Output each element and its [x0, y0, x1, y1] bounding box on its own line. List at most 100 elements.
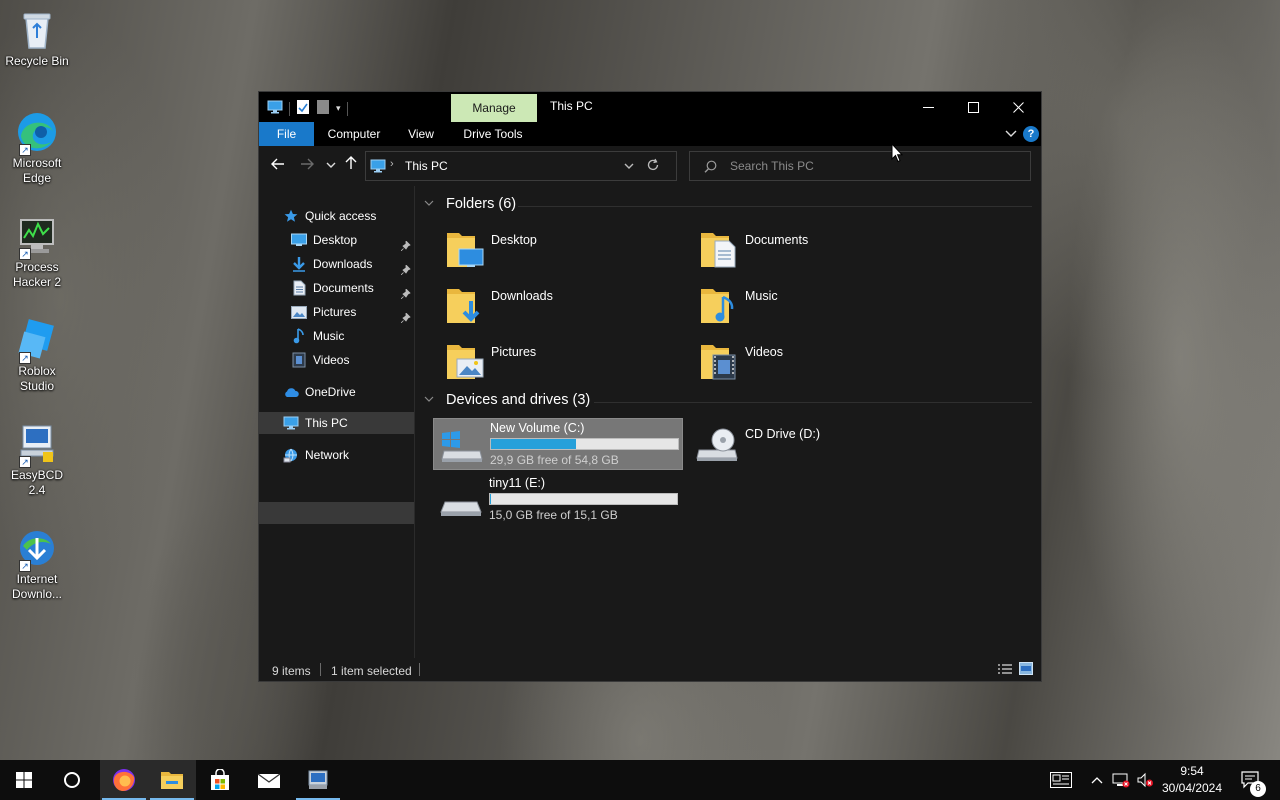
sidebar-item-downloads[interactable]: Downloads	[291, 253, 413, 276]
desktop-icon-internet-download-manager[interactable]: ↗ Internet Downlo...	[4, 526, 70, 602]
show-hidden-icons-button[interactable]	[1088, 760, 1106, 800]
new-folder-icon[interactable]	[316, 99, 330, 118]
desktop-icon-process-hacker[interactable]: ↗ Process Hacker 2	[4, 214, 70, 290]
cortana-icon	[64, 772, 80, 788]
sidebar-item-label: This PC	[305, 416, 348, 430]
process-hacker-icon: ↗	[15, 214, 59, 260]
refresh-icon	[647, 158, 659, 171]
action-center-button[interactable]: 6	[1234, 760, 1268, 800]
folder-desktop[interactable]: Desktop	[435, 223, 685, 275]
search-button[interactable]	[48, 760, 96, 800]
back-button[interactable]	[267, 156, 289, 176]
pin-icon	[400, 236, 411, 252]
search-box[interactable]: Search This PC	[689, 151, 1031, 181]
tab-drive-tools[interactable]: Drive Tools	[458, 122, 528, 146]
taskbar-firefox[interactable]	[100, 760, 148, 800]
store-icon	[211, 769, 229, 790]
setup-app-icon	[308, 770, 328, 789]
refresh-button[interactable]	[646, 158, 660, 175]
start-button[interactable]	[0, 760, 48, 800]
sidebar-item-this-pc-selected-bg	[259, 502, 414, 524]
group-header-folders[interactable]: Folders (6)	[424, 196, 516, 212]
notification-count-badge: 6	[1250, 781, 1266, 797]
sidebar-item-videos[interactable]: Videos	[291, 349, 413, 371]
tab-file[interactable]: File	[259, 122, 314, 146]
chevron-down-icon	[424, 395, 436, 406]
network-icon	[283, 447, 299, 463]
document-icon	[291, 280, 307, 296]
folder-music[interactable]: Music	[689, 279, 939, 331]
folder-pictures-icon	[445, 339, 485, 381]
recent-locations-button[interactable]	[320, 156, 342, 176]
sidebar-item-desktop[interactable]: Desktop	[291, 229, 413, 252]
taskbar-file-explorer[interactable]	[148, 760, 196, 800]
properties-icon[interactable]	[296, 99, 310, 118]
desktop-icon-roblox-studio[interactable]: ↗ Roblox Studio	[4, 318, 70, 394]
clock-time: 9:54	[1180, 764, 1204, 778]
forward-button[interactable]	[296, 156, 318, 176]
desktop-icon-easybcd[interactable]: ↗ EasyBCD 2.4	[4, 422, 70, 498]
folder-pictures[interactable]: Pictures	[435, 335, 685, 387]
group-divider	[518, 206, 1032, 207]
chevron-down-icon[interactable]: ▾	[336, 103, 341, 114]
tab-manage[interactable]: Manage	[451, 94, 537, 122]
maximize-button[interactable]	[950, 92, 996, 122]
network-status-button[interactable]	[1110, 760, 1132, 800]
minimize-button[interactable]	[905, 92, 951, 122]
drive-e[interactable]: tiny11 (E:) 15,0 GB free of 15,1 GB	[433, 474, 683, 526]
folder-label: Pictures	[491, 345, 537, 359]
arrow-right-icon	[301, 158, 314, 170]
details-view-button[interactable]	[997, 663, 1013, 678]
system-clock[interactable]: 9:54 30/04/2024	[1154, 763, 1230, 797]
tab-view[interactable]: View	[401, 122, 441, 146]
address-history-button[interactable]	[624, 160, 634, 174]
desktop-icon	[291, 232, 307, 248]
search-icon	[704, 160, 717, 176]
sidebar-item-music[interactable]: Music	[291, 325, 413, 347]
news-icon	[1050, 772, 1072, 788]
taskbar-mail[interactable]	[245, 760, 293, 800]
folder-downloads[interactable]: Downloads	[435, 279, 685, 331]
sidebar-item-pictures[interactable]: Pictures	[291, 301, 413, 324]
toolbar-separator	[289, 101, 290, 116]
drive-name: tiny11 (E:)	[489, 476, 546, 490]
pin-icon	[400, 308, 411, 324]
tab-computer[interactable]: Computer	[323, 122, 385, 146]
search-input[interactable]: Search This PC	[730, 159, 814, 173]
sidebar-item-documents[interactable]: Documents	[291, 277, 413, 300]
folder-documents-icon	[699, 227, 739, 269]
desktop-icon-edge[interactable]: ↗ Microsoft Edge	[4, 110, 70, 186]
up-button[interactable]	[340, 156, 362, 176]
status-separator	[320, 663, 321, 676]
address-bar[interactable]: › This PC	[365, 151, 677, 181]
tiles-view-button[interactable]	[1019, 662, 1033, 678]
close-button[interactable]	[995, 92, 1041, 122]
breadcrumb-this-pc[interactable]: This PC	[405, 159, 448, 173]
taskbar-store[interactable]	[196, 760, 244, 800]
navigation-bar: › This PC Search This PC	[259, 146, 1041, 186]
help-icon: ?	[1027, 128, 1035, 140]
sidebar-item-network[interactable]: Network	[283, 444, 413, 466]
sidebar-item-quick-access[interactable]: Quick access	[283, 205, 413, 227]
cloud-icon	[283, 384, 299, 400]
folder-documents[interactable]: Documents	[689, 223, 939, 275]
sidebar-item-this-pc[interactable]: This PC	[259, 412, 414, 434]
news-widget-button[interactable]	[1046, 760, 1076, 800]
taskbar-app[interactable]	[294, 760, 342, 800]
network-disconnected-icon	[1112, 773, 1130, 788]
drive-d[interactable]: CD Drive (D:)	[689, 418, 939, 470]
sidebar-item-onedrive[interactable]: OneDrive	[283, 381, 413, 403]
desktop-icon-label: Process Hacker 2	[12, 260, 62, 289]
group-header-devices[interactable]: Devices and drives (3)	[424, 392, 590, 408]
drive-c[interactable]: New Volume (C:) 29,9 GB free of 54,8 GB	[433, 418, 683, 470]
help-button[interactable]: ?	[1023, 126, 1039, 142]
folder-videos[interactable]: Videos	[689, 335, 939, 387]
roblox-studio-icon: ↗	[15, 318, 59, 364]
desktop-icon-recycle-bin[interactable]: Recycle Bin	[4, 8, 70, 69]
internet-download-manager-icon: ↗	[15, 526, 59, 572]
expand-ribbon-button[interactable]	[1003, 126, 1019, 142]
volume-button[interactable]	[1134, 760, 1156, 800]
shortcut-arrow-icon: ↗	[19, 352, 31, 364]
title-bar[interactable]: ▾ Manage This PC	[259, 92, 1041, 122]
this-pc-icon	[370, 159, 386, 176]
